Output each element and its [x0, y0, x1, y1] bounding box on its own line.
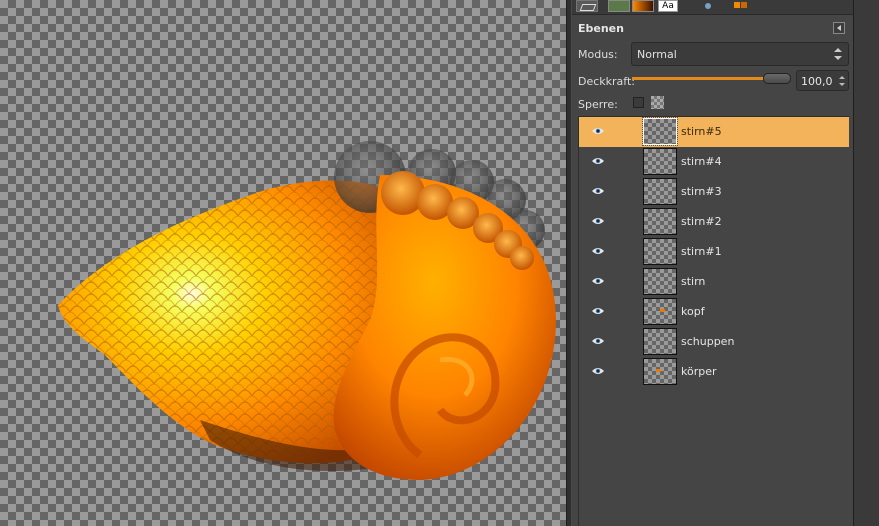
layer-name[interactable]: stirn#3 — [681, 185, 722, 198]
layer-row[interactable]: stirn — [579, 267, 849, 297]
panel-menu-icon[interactable] — [833, 22, 845, 34]
mode-label: Modus: — [578, 48, 618, 61]
layer-name[interactable]: stirn — [681, 275, 705, 288]
layers-dock: Aa Ebenen Modus: Normal Deckkraft: 100,0… — [572, 0, 853, 526]
opacity-slider[interactable] — [632, 73, 791, 84]
layer-thumbnail[interactable] — [642, 117, 678, 146]
opacity-slider-handle[interactable] — [763, 73, 791, 84]
layer-name[interactable]: stirn#1 — [681, 245, 722, 258]
eye-icon[interactable] — [591, 187, 605, 195]
eye-icon[interactable] — [591, 337, 605, 345]
layer-list[interactable]: stirn#5 stirn#4 stirn#3 stirn#2 stirn#1 stirn… — [578, 116, 849, 526]
layer-row[interactable]: stirn#2 — [579, 207, 849, 237]
layer-thumbnail[interactable] — [643, 268, 677, 295]
layer-row[interactable]: schuppen — [579, 327, 849, 357]
layer-name[interactable]: kopf — [681, 305, 705, 318]
panel-title: Ebenen — [578, 22, 624, 35]
dock-tab-bar: Aa — [572, 0, 853, 15]
layer-thumbnail[interactable] — [643, 178, 677, 205]
opacity-label: Deckkraft: — [578, 75, 635, 88]
layers-tab-icon[interactable] — [576, 0, 598, 12]
lock-alpha-icon[interactable] — [651, 96, 664, 109]
layer-name[interactable]: körper — [681, 365, 717, 378]
layer-thumbnail[interactable] — [643, 358, 677, 385]
eye-icon[interactable] — [591, 157, 605, 165]
layer-name[interactable]: stirn#5 — [681, 125, 722, 138]
layer-thumbnail[interactable] — [643, 148, 677, 175]
fonts-tab-icon[interactable]: Aa — [658, 0, 678, 12]
thumbnail-content — [660, 309, 665, 312]
layer-name[interactable]: stirn#4 — [681, 155, 722, 168]
lock-label: Sperre: — [578, 98, 618, 111]
layer-thumbnail[interactable] — [643, 208, 677, 235]
brushes-tab-icon[interactable] — [698, 0, 720, 12]
layer-row[interactable]: körper — [579, 357, 849, 387]
eye-icon[interactable] — [591, 247, 605, 255]
spin-arrows-icon[interactable] — [839, 74, 845, 88]
palettes-tab-icon[interactable] — [730, 0, 752, 12]
layer-row[interactable]: stirn#4 — [579, 147, 849, 177]
eye-icon[interactable] — [591, 307, 605, 315]
layer-thumbnail[interactable] — [643, 238, 677, 265]
opacity-spinbox[interactable]: 100,0 — [796, 70, 849, 91]
mode-select[interactable]: Normal — [631, 42, 849, 66]
updown-arrows-icon — [834, 46, 842, 62]
layer-row[interactable]: stirn#3 — [579, 177, 849, 207]
gradients-tab-icon[interactable] — [632, 0, 654, 12]
layer-thumbnail[interactable] — [643, 328, 677, 355]
layer-name[interactable]: stirn#2 — [681, 215, 722, 228]
opacity-value: 100,0 — [801, 75, 833, 88]
goldfish-artwork — [58, 141, 556, 480]
lock-pixels-checkbox[interactable] — [633, 97, 644, 108]
eye-icon[interactable] — [591, 217, 605, 225]
channels-tab-icon[interactable] — [608, 0, 630, 12]
image-canvas[interactable] — [0, 0, 566, 526]
dock-scrollbar[interactable] — [853, 0, 879, 526]
thumbnail-content — [656, 369, 661, 372]
eye-icon[interactable] — [591, 277, 605, 285]
eye-icon[interactable] — [591, 127, 605, 135]
eye-icon[interactable] — [591, 367, 605, 375]
layer-name[interactable]: schuppen — [681, 335, 734, 348]
layer-thumbnail[interactable] — [643, 298, 677, 325]
layer-row[interactable]: stirn#5 — [579, 117, 849, 147]
mode-value: Normal — [637, 48, 677, 61]
layer-row[interactable]: kopf — [579, 297, 849, 327]
layer-row[interactable]: stirn#1 — [579, 237, 849, 267]
